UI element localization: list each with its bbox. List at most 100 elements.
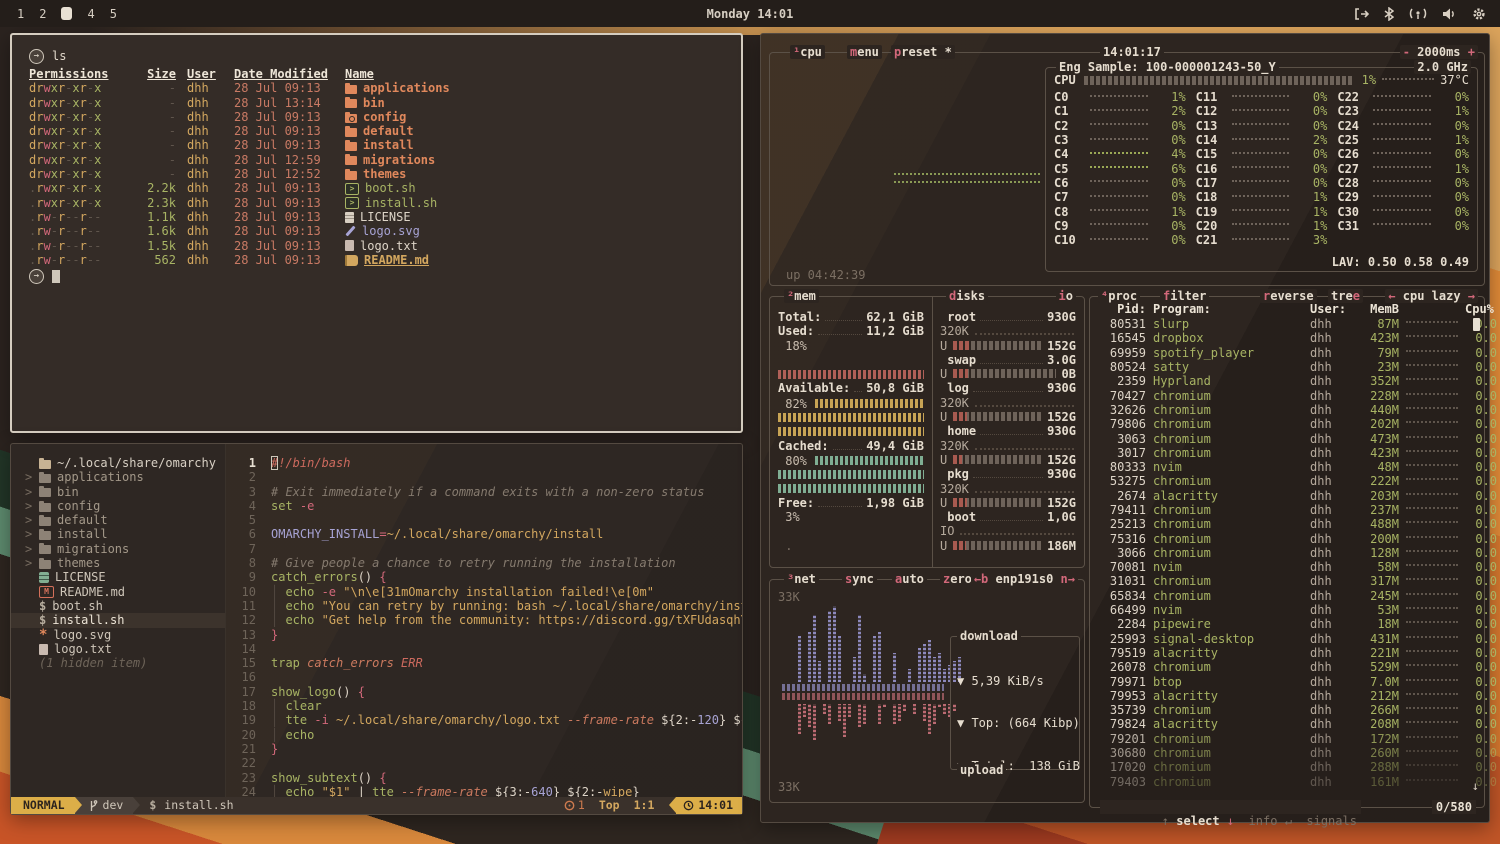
signals-button[interactable]: signals (1306, 814, 1357, 828)
process-row-79971[interactable]: 79971btopdhh7.0M0.0 (1090, 674, 1472, 688)
col-date: Date Modified (234, 67, 334, 81)
mem-panel-title[interactable]: ²mem (784, 289, 819, 303)
process-row-31031[interactable]: 31031chromiumdhh317M0.0 (1090, 574, 1472, 588)
select-button[interactable]: select (1176, 814, 1219, 828)
workspace-2[interactable]: 2 (39, 7, 46, 21)
process-row-65834[interactable]: 65834chromiumdhh245M0.0 (1090, 589, 1472, 603)
code-token: } ${2:- (553, 785, 604, 797)
core-row-C24: C240% (1337, 119, 1469, 133)
scroll-down-icon[interactable]: ↓ (1472, 779, 1479, 793)
core-row-C22: C220% (1337, 90, 1469, 104)
workspace-3[interactable] (61, 7, 72, 20)
tree-item-logo.txt[interactable]: logo.txt (11, 642, 225, 656)
process-row-16545[interactable]: 16545dropboxdhh423M0.0 (1090, 331, 1472, 345)
process-row-2674[interactable]: 2674alacrittydhh203M0.0 (1090, 489, 1472, 503)
process-row-32626[interactable]: 32626chromiumdhh440M0.0 (1090, 403, 1472, 417)
net-panel-title[interactable]: ³net (784, 572, 819, 586)
btop-window[interactable]: ¹cpu menu preset * 14:01:17 - 2000ms + u… (760, 33, 1490, 823)
process-row-70081[interactable]: 70081nvimdhh58M0.0 (1090, 560, 1472, 574)
upload-label: upload (957, 763, 1006, 777)
process-row-3063[interactable]: 3063chromiumdhh473M0.0 (1090, 431, 1472, 445)
process-row-53275[interactable]: 53275chromiumdhh222M0.0 (1090, 474, 1472, 488)
update-interval[interactable]: - 2000ms + (1400, 45, 1478, 59)
process-row-17020[interactable]: 17020chromiumdhh288M0.0 (1090, 760, 1472, 774)
process-row-79411[interactable]: 79411chromiumdhh237M0.0 (1090, 503, 1472, 517)
up-bar (928, 704, 931, 734)
code-editor[interactable]: 1#!/bin/bash23# Exit immediately if a co… (225, 444, 742, 797)
process-mem-graph (1406, 764, 1458, 766)
process-row-70427[interactable]: 70427chromiumdhh228M0.0 (1090, 388, 1472, 402)
process-row-80524[interactable]: 80524sattydhh23M0.0 (1090, 360, 1472, 374)
tree-item-logo.svg[interactable]: *logo.svg (11, 628, 225, 642)
io-toggle[interactable]: io (1056, 289, 1076, 303)
process-row-80531[interactable]: 80531slurpdhh87M0.0 (1090, 317, 1472, 331)
info-button[interactable]: info (1249, 814, 1278, 828)
logout-icon[interactable] (1353, 7, 1369, 21)
process-mem-graph (1406, 335, 1458, 337)
process-row-80333[interactable]: 80333nvimdhh48M0.0 (1090, 460, 1472, 474)
tree-item-themes[interactable]: >themes (11, 556, 225, 570)
core-usage-graph (1232, 209, 1290, 211)
tree-item-LICENSE[interactable]: LICENSE (11, 570, 225, 584)
workspace-1[interactable]: 1 (17, 7, 24, 21)
tree-item-boot.sh[interactable]: $boot.sh (11, 599, 225, 613)
process-row-25993[interactable]: 25993signal-desktopdhh431M0.0 (1090, 632, 1472, 646)
workspace-4[interactable]: 4 (87, 7, 94, 21)
cpu-panel-title[interactable]: ¹cpu (790, 45, 825, 59)
proc-reverse-button[interactable]: reverse (1260, 289, 1317, 303)
process-row-3017[interactable]: 3017chromiumdhh423M0.0 (1090, 446, 1472, 460)
proc-sort-col[interactable]: Cpu% ↑ (1465, 302, 1497, 316)
proc-filter-button[interactable]: filter (1160, 289, 1209, 303)
process-row-69959[interactable]: 69959spotify_playerdhh79M0.0 (1090, 346, 1472, 360)
process-row-26078[interactable]: 26078chromiumdhh529M0.0 (1090, 660, 1472, 674)
net-auto-button[interactable]: auto (892, 572, 927, 586)
process-row-30680[interactable]: 30680chromiumdhh260M0.0 (1090, 746, 1472, 760)
process-row-79403[interactable]: 79403chromiumdhh161M0.0 (1090, 775, 1472, 789)
file-row-config: drwxr-xr-x-dhh28 Jul 09:13config (29, 110, 741, 124)
process-row-79953[interactable]: 79953alacrittydhh212M0.0 (1090, 689, 1472, 703)
process-row-66499[interactable]: 66499nvimdhh53M0.0 (1090, 603, 1472, 617)
process-row-79201[interactable]: 79201chromiumdhh172M0.0 (1090, 732, 1472, 746)
preset-button[interactable]: preset * (891, 45, 955, 59)
net-zero-button[interactable]: zero (940, 572, 975, 586)
net-interface-selector[interactable]: ←b enp191s0 n→ (971, 572, 1078, 586)
process-row-79806[interactable]: 79806chromiumdhh202M0.0 (1090, 417, 1472, 431)
network-icon[interactable] (1409, 7, 1427, 21)
tree-item-install.sh[interactable]: $install.sh (11, 613, 225, 627)
process-row-2284[interactable]: 2284pipewiredhh18M0.0 (1090, 617, 1472, 631)
terminal-window[interactable]: → ls Permissions Size User Date Modified… (10, 33, 743, 433)
bluetooth-icon[interactable] (1384, 7, 1394, 21)
tree-item-default[interactable]: >default (11, 513, 225, 527)
tree-item-README.md[interactable]: README.md (11, 585, 225, 599)
core-row-C16: C160% (1196, 161, 1328, 175)
process-mem-graph (1406, 707, 1458, 709)
workspace-5[interactable]: 5 (110, 7, 117, 21)
proc-sort-selector[interactable]: ← cpu lazy → (1385, 289, 1478, 303)
tree-item-applications[interactable]: >applications (11, 470, 225, 484)
tree-item-bin[interactable]: >bin (11, 485, 225, 499)
proc-panel-title[interactable]: ⁴proc (1098, 289, 1140, 303)
volume-icon[interactable] (1442, 7, 1457, 21)
process-row-79519[interactable]: 79519alacrittydhh221M0.0 (1090, 646, 1472, 660)
net-sync-button[interactable]: sync (842, 572, 877, 586)
process-row-25213[interactable]: 25213chromiumdhh488M0.0 (1090, 517, 1472, 531)
line-number: 14 (226, 642, 256, 656)
tree-item-install[interactable]: >install (11, 527, 225, 541)
process-row-79824[interactable]: 79824alacrittydhh208M0.0 (1090, 717, 1472, 731)
menu-button[interactable]: menu (847, 45, 882, 59)
process-row-3066[interactable]: 3066chromiumdhh128M0.0 (1090, 546, 1472, 560)
tree-item-migrations[interactable]: >migrations (11, 542, 225, 556)
mem-used: Used:11,2 GiB (778, 324, 924, 338)
code-token: #!/bin/bash (271, 456, 350, 470)
process-row-2359[interactable]: 2359Hyprlanddhh352M0.0 (1090, 374, 1472, 388)
disks-panel-title[interactable]: disks (946, 289, 988, 303)
tree-item-config[interactable]: >config (11, 499, 225, 513)
proc-tree-button[interactable]: tree (1328, 289, 1363, 303)
proc-scrollbar[interactable] (1473, 318, 1480, 331)
process-row-35739[interactable]: 35739chromiumdhh266M0.0 (1090, 703, 1472, 717)
tree-root[interactable]: ~/.local/share/omarchy (11, 456, 225, 470)
settings-icon[interactable] (1472, 7, 1486, 21)
file-name: default (363, 124, 414, 138)
process-row-75316[interactable]: 75316chromiumdhh200M0.0 (1090, 531, 1472, 545)
editor-window[interactable]: ~/.local/share/omarchy >applications>bin… (10, 443, 743, 815)
